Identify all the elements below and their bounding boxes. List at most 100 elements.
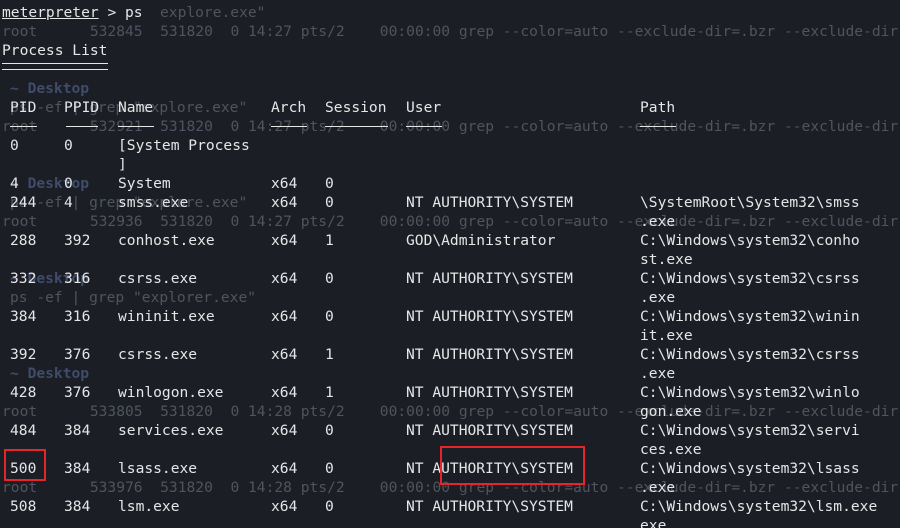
header-ppid: PPID [64,99,100,116]
cell-session: 0 [325,175,334,192]
cell-pid: 244 [10,194,37,211]
cell-user: NT AUTHORITY\SYSTEM [406,384,573,401]
cell-pid: 484 [10,422,37,439]
cell-session: 0 [325,308,334,325]
cell-path: C:\Windows\system32\lsm.exe [640,498,878,515]
cell-path: .exe [640,289,676,306]
bg-grep-line-1: root 532845 531820 0 14:27 pts/2 00:00:0… [2,23,899,40]
cell-arch: x64 [271,175,298,192]
cell-pid: 332 [10,270,37,287]
cell-session: 1 [325,346,334,363]
cell-name: wininit.exe [118,308,215,325]
cell-session: 0 [325,498,334,515]
cell-pid: 384 [10,308,37,325]
cell-user: NT AUTHORITY\SYSTEM [406,270,573,287]
cell-session: 0 [325,460,334,477]
prompt-user: meterpreter [2,4,99,21]
cell-arch: x64 [271,232,298,249]
cell-name: csrss.exe [118,346,198,363]
cell-name: services.exe [118,422,224,439]
header-separator [66,126,98,127]
prompt-command: ps [125,4,143,21]
cell-name: lsm.exe [118,498,180,515]
cell-user: NT AUTHORITY\SYSTEM [406,422,573,439]
title-double-underline [2,63,108,70]
cell-ppid: 384 [64,498,91,515]
cell-path: .exe [640,479,676,496]
cell-session: 1 [325,384,334,401]
cell-arch: x64 [271,308,298,325]
cell-arch: x64 [271,270,298,287]
cell-arch: x64 [271,346,298,363]
highlight-user-box [440,446,585,485]
header-user: User [406,99,442,116]
cell-path: it.exe [640,327,693,344]
cell-pid: 428 [10,384,37,401]
bg-grep-cmd-3: ps -ef | grep "explorer.exe" [10,289,257,306]
cell-path: gon.exe [640,403,702,420]
cell-path: st.exe [640,251,693,268]
header-pid: PID [10,99,37,116]
cell-path: .exe [640,213,676,230]
cell-path: exe [640,517,667,528]
header-path: Path [640,99,676,116]
cell-ppid: 376 [64,346,91,363]
header-separator [406,126,442,127]
cell-user: NT AUTHORITY\SYSTEM [406,346,573,363]
cell-path: \SystemRoot\System32\smss [640,194,860,211]
bg-desktop-2: ~ Desktop [10,175,90,192]
highlight-pid-box [4,449,46,481]
cell-arch: x64 [271,498,298,515]
cell-name: conhost.exe [118,232,215,249]
cell-ppid: 316 [64,270,91,287]
header-name: Name [118,99,154,116]
cell-name: System [118,175,171,192]
cell-ppid: 384 [64,422,91,439]
terminal-window[interactable]: explore.exe" root 532845 531820 0 14:27 … [0,0,900,528]
cell-arch: x64 [271,460,298,477]
header-separator [271,126,307,127]
cell-pid: 392 [10,346,37,363]
cell-path: .exe [640,365,676,382]
cell-user: GOD\Administrator [406,232,556,249]
cell-ppid: 392 [64,232,91,249]
cell-ppid: 0 [64,137,73,154]
cell-path: C:\Windows\system32\csrss [640,270,860,287]
header-separator [118,126,154,127]
cell-name: smss.exe [118,194,189,211]
prompt-symbol: > [98,4,126,21]
cell-path: C:\Windows\system32\winin [640,308,860,325]
cell-ppid: 316 [64,308,91,325]
cell-pid: 4 [10,175,19,192]
cell-ppid: 0 [64,175,73,192]
cell-name: [System Process [118,137,250,154]
cell-name: ] [118,156,127,173]
cell-path: C:\Windows\system32\winlo [640,384,860,401]
cell-path: C:\Windows\system32\lsass [640,460,860,477]
cell-user: NT AUTHORITY\SYSTEM [406,498,573,515]
header-session: Session [325,99,387,116]
bg-desktop-1: ~ Desktop [10,80,90,97]
process-list-title: Process List [2,42,108,59]
cell-arch: x64 [271,194,298,211]
cell-name: lsass.exe [118,460,198,477]
cell-pid: 288 [10,232,37,249]
bg-explore-text: explore.exe" [160,4,266,21]
header-separator [10,126,37,127]
cell-pid: 508 [10,498,37,515]
cell-name: csrss.exe [118,270,198,287]
cell-ppid: 376 [64,384,91,401]
header-separator [640,126,676,127]
cell-session: 0 [325,270,334,287]
header-arch: Arch [271,99,307,116]
cell-path: C:\Windows\system32\csrss [640,346,860,363]
cell-arch: x64 [271,422,298,439]
cell-path: ces.exe [640,441,702,458]
bg-desktop-4: ~ Desktop [10,365,90,382]
cell-path: C:\Windows\system32\conho [640,232,860,249]
command-prompt: meterpreter > ps [2,3,143,22]
cell-user: NT AUTHORITY\SYSTEM [406,194,573,211]
cell-arch: x64 [271,384,298,401]
cell-pid: 0 [10,137,19,154]
bg-grep-line-3: root 532936 531820 0 14:27 pts/2 00:00:0… [2,213,899,230]
